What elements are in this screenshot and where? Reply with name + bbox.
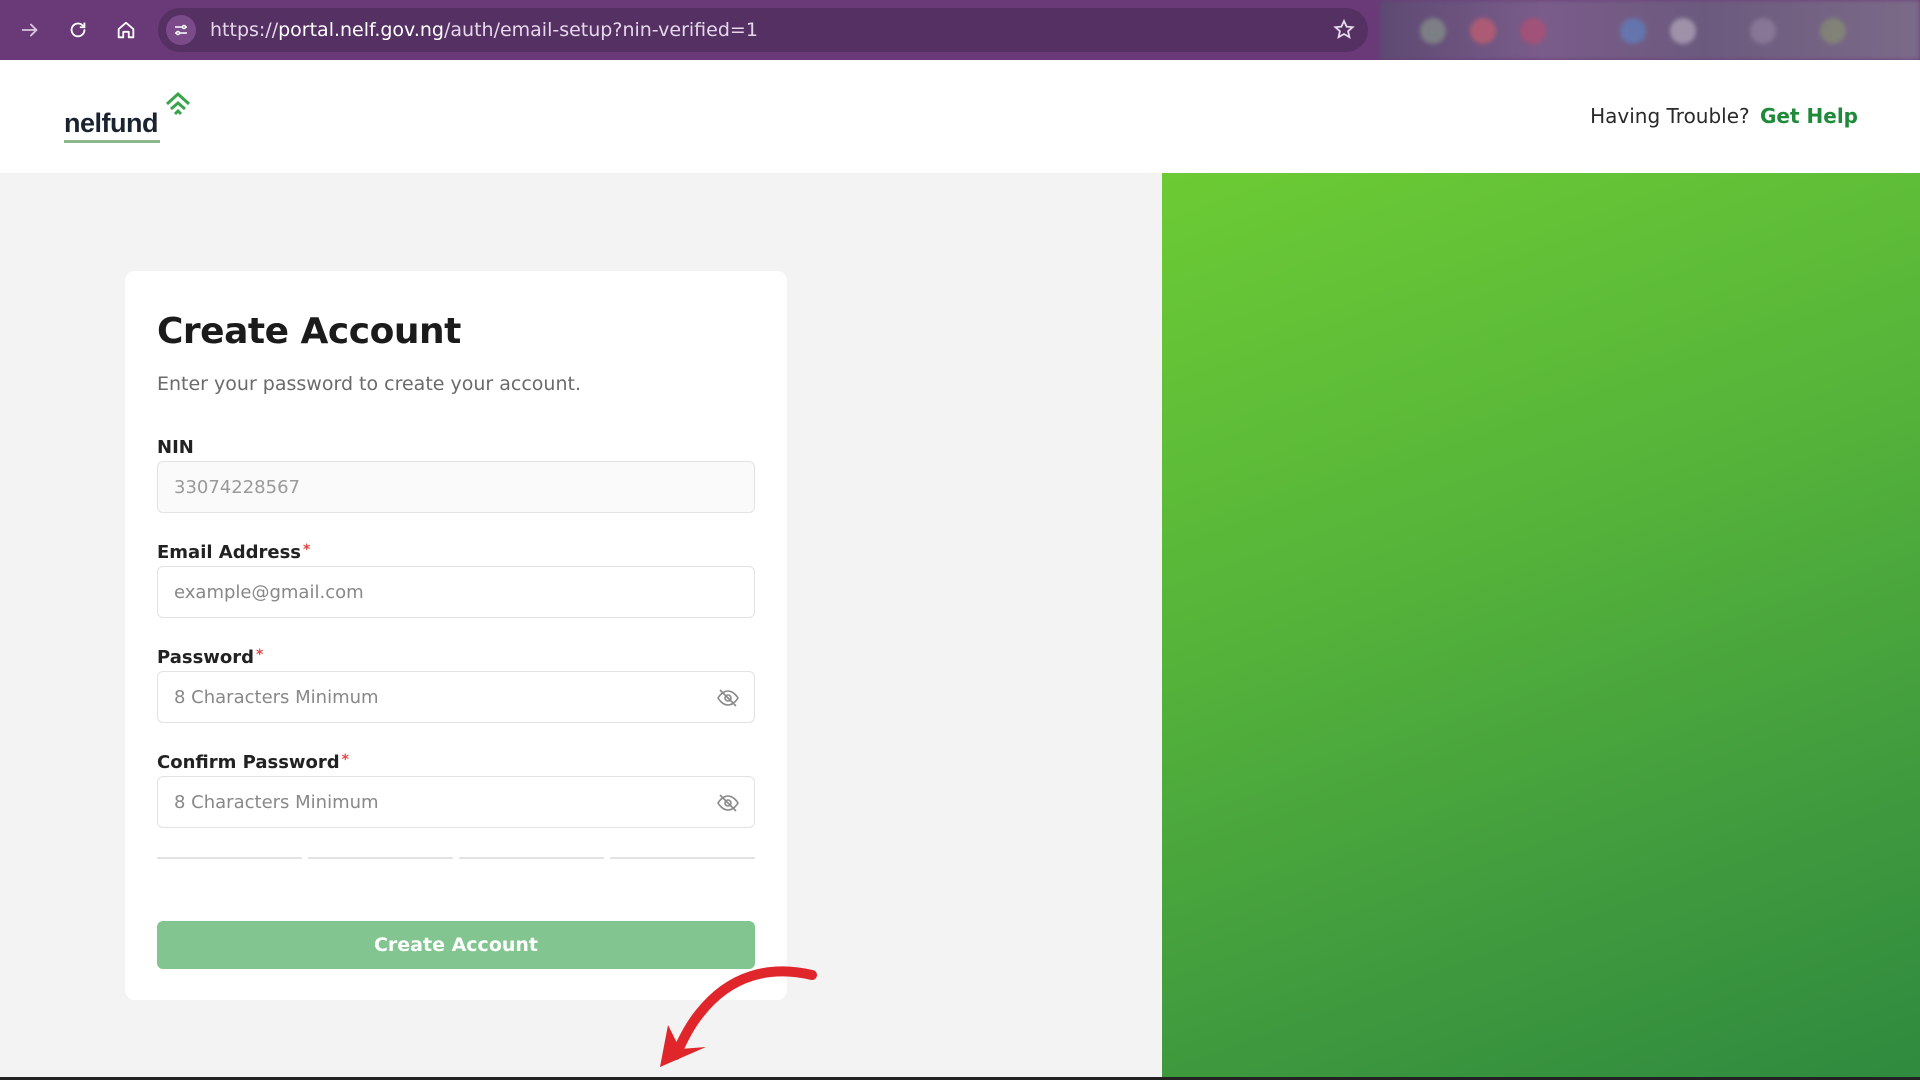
nin-label: NIN (157, 437, 194, 458)
arrow-right-icon (21, 23, 38, 37)
password-input[interactable]: 8 Characters Minimum (157, 671, 755, 723)
create-account-button[interactable]: Create Account (157, 921, 755, 969)
page-subtitle: Enter your password to create your accou… (157, 373, 582, 395)
required-marker: * (256, 647, 264, 663)
nelfund-logo[interactable]: nelfund (64, 90, 204, 146)
extensions-area (1380, 0, 1920, 60)
hero-green-panel (1162, 173, 1920, 1080)
password-strength-meter (157, 857, 755, 859)
nin-input[interactable]: 33074228567 (157, 461, 755, 513)
logo-tagline-bar (64, 140, 160, 143)
eye-off-icon[interactable] (716, 686, 740, 710)
confirm-password-input[interactable]: 8 Characters Minimum (157, 776, 755, 828)
annotation-arrow-icon (660, 966, 817, 1067)
strength-segment (157, 857, 302, 859)
form-panel: Create Account Enter your password to cr… (0, 173, 1162, 1080)
required-marker: * (303, 542, 311, 558)
logo-text: nelfund (64, 108, 158, 138)
forward-button[interactable] (12, 12, 48, 48)
site-header: nelfund Having Trouble? Get Help (0, 60, 1920, 173)
get-help-link[interactable]: Get Help (1760, 104, 1858, 128)
required-marker: * (341, 752, 349, 768)
password-label: Password * (157, 647, 264, 668)
strength-segment (610, 857, 755, 859)
strength-segment (308, 857, 453, 859)
help-prompt: Having Trouble? Get Help (1590, 104, 1858, 128)
site-settings-icon[interactable] (166, 15, 196, 45)
password-placeholder: 8 Characters Minimum (174, 686, 379, 708)
bookmark-star-icon[interactable] (1332, 18, 1356, 42)
home-button[interactable] (108, 12, 144, 48)
page-title: Create Account (157, 311, 461, 352)
email-input[interactable]: example@gmail.com (157, 566, 755, 618)
logo-chevron-icon (165, 91, 191, 116)
help-text: Having Trouble? (1590, 104, 1750, 128)
email-label: Email Address * (157, 542, 311, 563)
create-account-card: Create Account Enter your password to cr… (125, 271, 787, 1000)
eye-off-icon[interactable] (716, 791, 740, 815)
email-placeholder: example@gmail.com (174, 581, 364, 603)
confirm-password-label: Confirm Password * (157, 752, 349, 773)
home-icon (117, 21, 135, 39)
confirm-password-placeholder: 8 Characters Minimum (174, 791, 379, 813)
browser-toolbar: https://portal.nelf.gov.ng/auth/email-se… (0, 0, 1920, 60)
reload-icon (70, 22, 86, 38)
strength-segment (459, 857, 604, 859)
nin-value: 33074228567 (174, 476, 300, 498)
address-bar[interactable]: https://portal.nelf.gov.ng/auth/email-se… (158, 8, 1368, 52)
reload-button[interactable] (60, 12, 96, 48)
url-text: https://portal.nelf.gov.ng/auth/email-se… (210, 19, 758, 41)
